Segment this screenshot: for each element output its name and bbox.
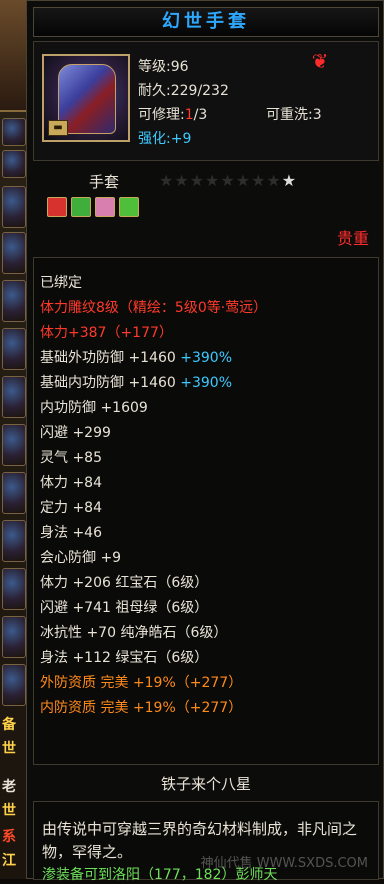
equipment-slot[interactable] <box>2 118 26 146</box>
set-emblem-icon: ❦ <box>311 49 329 73</box>
property-line: 身法 +46 <box>40 525 102 541</box>
property-line: 内功防御 +1609 <box>40 400 148 416</box>
creator-name: 铁子来个八星 <box>160 775 251 793</box>
item-icon[interactable]: ▬ <box>42 54 130 142</box>
property-line: 身法 +112 绿宝石（6级） <box>40 650 209 666</box>
gem-slots <box>47 197 139 217</box>
enhance-level: 强化:+9 <box>138 128 191 148</box>
equipment-slot[interactable] <box>2 328 26 370</box>
property-percent: +390% <box>180 375 233 391</box>
star-lit: ★ <box>281 171 298 190</box>
left-label: 系 <box>2 829 16 845</box>
star-empty-row: ★★★★★★★★ <box>159 171 282 190</box>
property-text: 基础外功防御 +1460 <box>40 350 181 366</box>
item-durability: 耐久:229/232 <box>138 83 229 99</box>
left-strip: 备 世 老 世 系 江 <box>0 0 26 879</box>
bound-tag-icon: ▬ <box>48 120 68 136</box>
diamond-gem-icon[interactable] <box>95 197 115 217</box>
property-line: 会心防御 +9 <box>40 550 122 566</box>
emerald-gem-icon[interactable] <box>71 197 91 217</box>
property-percent: +390% <box>180 350 233 366</box>
green-gem-icon[interactable] <box>119 197 139 217</box>
item-header: ▬ 等级:96 耐久:229/232 可修理:1/3 可重洗:3 强化:+9 ❦ <box>33 41 379 161</box>
equipment-slot[interactable] <box>2 424 26 466</box>
equipment-slot[interactable] <box>2 376 26 418</box>
left-label: 江 <box>2 853 16 869</box>
property-line: 基础外功防御 +1460 +390% <box>40 347 232 367</box>
property-line: 闪避 +741 祖母绿（6级） <box>40 600 209 616</box>
property-line: 内防资质 完美 +19%（+277） <box>40 700 243 716</box>
character-portrait[interactable] <box>0 0 26 112</box>
equipment-slot[interactable] <box>2 150 26 178</box>
repair-label: 可修理: <box>138 107 185 123</box>
repair-total: /3 <box>193 107 208 123</box>
equipment-slot[interactable] <box>2 472 26 514</box>
equipment-slot[interactable] <box>2 186 26 228</box>
left-label: 老 <box>2 779 16 795</box>
enhance-value: +9 <box>170 131 192 147</box>
item-type-section: 手套 ★★★★★★★★★ 贵重 <box>33 161 379 253</box>
ruby-gem-icon[interactable] <box>47 197 67 217</box>
left-label: 世 <box>2 803 16 819</box>
repair-current: 1 <box>184 107 194 123</box>
equipment-slot[interactable] <box>2 616 26 658</box>
left-label: 备 <box>2 717 16 733</box>
property-line: 体力 +206 红宝石（6级） <box>40 575 209 591</box>
item-properties: 已绑定 体力雕纹8级（精绘：5级0等·莺远） 体力+387（+177） 基础外功… <box>33 257 379 765</box>
item-description: 由传说中可穿越三界的奇幻材料制成，非凡间之物，罕得之。 渗装备可到洛阳（177，… <box>33 801 379 883</box>
property-line: 冰抗性 +70 纯净皓石（6级） <box>40 625 228 641</box>
equipment-slot[interactable] <box>2 568 26 610</box>
property-line: 体力 +84 <box>40 475 102 491</box>
item-type: 手套 <box>89 173 120 191</box>
watermark: 神仙代售 WWW.SXDS.COM <box>200 856 368 871</box>
enhance-label: 强化: <box>138 131 171 147</box>
equipment-slot[interactable] <box>2 280 26 322</box>
star-rating: ★★★★★★★★★ <box>159 171 297 190</box>
item-level: 等级:96 <box>138 59 189 75</box>
property-line: 灵气 +85 <box>40 450 102 466</box>
bound-status: 已绑定 <box>40 275 82 291</box>
equipment-slot[interactable] <box>2 520 26 562</box>
item-tooltip: 幻世手套 ▬ 等级:96 耐久:229/232 可修理:1/3 可重洗:3 强化… <box>26 0 384 883</box>
property-line: 闪避 +299 <box>40 425 111 441</box>
equipment-slot[interactable] <box>2 664 26 706</box>
equipment-slot[interactable] <box>2 232 26 274</box>
property-line: 定力 +84 <box>40 500 102 516</box>
item-title: 幻世手套 <box>33 7 379 37</box>
property-line: 基础内功防御 +1460 +390% <box>40 372 232 392</box>
property-line: 体力雕纹8级（精绘：5级0等·莺远） <box>40 300 268 316</box>
rarity-label: 贵重 <box>336 229 369 248</box>
property-line: 外防资质 完美 +19%（+277） <box>40 675 243 691</box>
property-line: 体力+387（+177） <box>40 325 173 341</box>
repair-count: 可修理:1/3 <box>138 104 207 124</box>
left-label: 世 <box>2 741 16 757</box>
rewash-count: 可重洗:3 <box>266 107 322 123</box>
property-text: 基础内功防御 +1460 <box>40 375 181 391</box>
